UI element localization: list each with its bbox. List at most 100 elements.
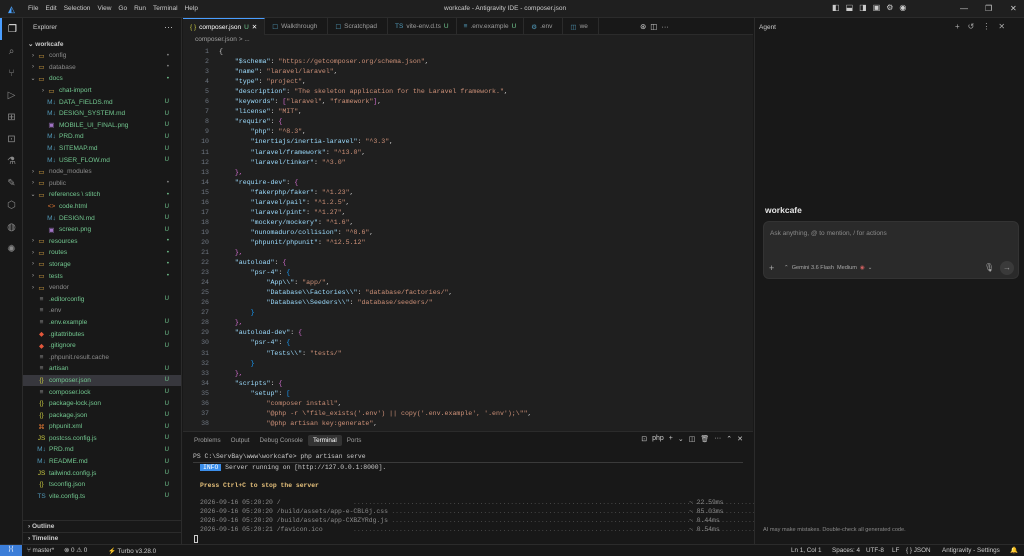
- cursor-position[interactable]: Ln 1, Col 1: [791, 547, 821, 554]
- tree-item[interactable]: › ▭ vendor: [23, 282, 181, 294]
- agent-input[interactable]: Ask anything, @ to mention, / for action…: [770, 230, 887, 237]
- editor-tab[interactable]: ☐ Walkthrough: [265, 18, 329, 35]
- run-debug-icon[interactable]: ▷: [0, 84, 23, 106]
- more-icon[interactable]: ⋮: [982, 22, 990, 31]
- split-terminal-icon[interactable]: ◫: [689, 435, 696, 443]
- tree-item[interactable]: {} package.json U: [23, 409, 181, 421]
- tree-item[interactable]: ≡ .editorconfig U: [23, 293, 181, 305]
- tree-item[interactable]: ≡ composer.lock U: [23, 386, 181, 398]
- tree-item[interactable]: ≡ .env: [23, 305, 181, 317]
- tree-item[interactable]: M↓ DESIGN.md U: [23, 212, 181, 224]
- tree-item[interactable]: M↓ DATA_FIELDS.md U: [23, 96, 181, 108]
- tree-item[interactable]: › ▭ chat-import: [23, 85, 181, 97]
- tree-item[interactable]: › ▭ routes •: [23, 247, 181, 259]
- menu-edit[interactable]: Edit: [45, 5, 56, 12]
- trash-icon[interactable]: 🗑: [700, 435, 709, 443]
- language-mode[interactable]: { } JSON: [906, 547, 931, 554]
- close-agent-icon[interactable]: ✕: [998, 22, 1005, 31]
- editor-tab[interactable]: ☐ Scratchpad: [328, 18, 389, 35]
- container-icon[interactable]: ⬡: [0, 194, 23, 216]
- send-button[interactable]: →: [1000, 261, 1014, 275]
- layout-panel-icon[interactable]: ⬓: [846, 3, 854, 12]
- tree-item[interactable]: {} tsconfig.json U: [23, 479, 181, 491]
- tree-item[interactable]: ▣ screen.png U: [23, 224, 181, 236]
- tree-item[interactable]: › ▭ resources •: [23, 236, 181, 248]
- maximize-icon[interactable]: ❐: [985, 4, 992, 13]
- tree-item[interactable]: ⌄ ▭ references \ stitch •: [23, 189, 181, 201]
- eol[interactable]: LF: [892, 547, 899, 554]
- panel-tab[interactable]: Problems: [189, 435, 226, 446]
- source-control-icon[interactable]: ⑂: [0, 62, 23, 84]
- menu-file[interactable]: File: [28, 5, 38, 12]
- tree-item[interactable]: ◆ .gitattributes U: [23, 328, 181, 340]
- new-chat-icon[interactable]: +: [955, 22, 960, 31]
- editor-tab[interactable]: TS vite-env.d.ts U: [388, 18, 457, 35]
- split-editor-icon[interactable]: ◫: [650, 22, 657, 31]
- editor-tab[interactable]: ≡ .env.example U: [457, 18, 525, 35]
- indentation[interactable]: Spaces: 4: [832, 547, 860, 554]
- tree-item[interactable]: {} package-lock.json U: [23, 398, 181, 410]
- more-actions-icon[interactable]: ···: [164, 22, 173, 32]
- menu-help[interactable]: Help: [185, 5, 198, 12]
- problems-indicator[interactable]: ⊗ 0 ⚠ 0: [64, 547, 87, 554]
- maximize-panel-icon[interactable]: ⌃: [726, 435, 732, 443]
- tree-item[interactable]: TS vite.config.ts U: [23, 491, 181, 503]
- remote-explorer-icon[interactable]: ⊡: [0, 128, 23, 150]
- tree-item[interactable]: › ▭ node_modules: [23, 166, 181, 178]
- extensions-icon[interactable]: ⊞: [0, 106, 23, 128]
- menu-terminal[interactable]: Terminal: [153, 5, 178, 12]
- branch-indicator[interactable]: ⑂ master*: [27, 547, 54, 554]
- workspace-root[interactable]: ⌄ workcafe: [23, 38, 181, 50]
- tree-item[interactable]: M↓ README.md U: [23, 456, 181, 468]
- database-icon[interactable]: ◍: [0, 216, 23, 238]
- settings-gear-icon[interactable]: ⚙: [886, 3, 893, 12]
- tree-item[interactable]: ▣ MOBILE_UI_FINAL.png U: [23, 120, 181, 132]
- tree-item[interactable]: M↓ DESIGN_SYSTEM.md U: [23, 108, 181, 120]
- tree-item[interactable]: <> code.html U: [23, 201, 181, 213]
- more-icon[interactable]: ···: [714, 435, 721, 443]
- compare-icon[interactable]: ⊛: [640, 22, 646, 31]
- tree-item[interactable]: › ▭ storage •: [23, 259, 181, 271]
- tree-item[interactable]: ⌄ ▭ docs •: [23, 73, 181, 85]
- layout-custom-icon[interactable]: ▣: [873, 3, 881, 12]
- panel-tab[interactable]: Ports: [342, 435, 367, 446]
- minimap[interactable]: [723, 46, 749, 431]
- close-icon[interactable]: ✕: [1010, 4, 1017, 13]
- panel-tab[interactable]: Debug Console: [255, 435, 308, 446]
- code-editor[interactable]: 1 {2 "$schema": "https://getcomposer.org/…: [183, 46, 753, 431]
- tree-item[interactable]: ≡ artisan U: [23, 363, 181, 375]
- tree-item[interactable]: ≡ .env.example U: [23, 317, 181, 329]
- tree-item[interactable]: JS tailwind.config.js U: [23, 467, 181, 479]
- tree-item[interactable]: JS postcss.config.js U: [23, 433, 181, 445]
- close-panel-icon[interactable]: ✕: [737, 435, 743, 443]
- tree-item[interactable]: › ▭ public •: [23, 178, 181, 190]
- panel-tab[interactable]: Output: [226, 435, 255, 446]
- more-icon[interactable]: ···: [661, 22, 669, 31]
- editor-tab[interactable]: ◫ we: [563, 18, 599, 35]
- layout-right-icon[interactable]: ◨: [859, 3, 867, 12]
- paint-icon[interactable]: ✎: [0, 172, 23, 194]
- tree-item[interactable]: {} composer.json U: [23, 374, 181, 387]
- tree-item[interactable]: M↓ USER_FLOW.md U: [23, 154, 181, 166]
- settings-indicator[interactable]: Antigravity - Settings: [942, 547, 1000, 554]
- editor-tab[interactable]: { } composer.json U ✕: [183, 18, 266, 35]
- tree-item[interactable]: M↓ SITEMAP.md U: [23, 143, 181, 155]
- microphone-icon[interactable]: 🎙: [984, 263, 994, 272]
- tree-item[interactable]: ◆ .gitignore U: [23, 340, 181, 352]
- minimize-icon[interactable]: —: [960, 4, 968, 13]
- layout-left-icon[interactable]: ◧: [832, 3, 840, 12]
- model-selector[interactable]: ⌃ Gemini 3.6 Flash Medium ◉ ⌄: [784, 265, 872, 271]
- new-terminal-icon[interactable]: +: [669, 435, 673, 443]
- agent-input-box[interactable]: Ask anything, @ to mention, / for action…: [763, 221, 1019, 279]
- tree-item[interactable]: M↓ PRD.md U: [23, 131, 181, 143]
- panel-tab[interactable]: Terminal: [307, 434, 342, 446]
- encoding[interactable]: UTF-8: [866, 547, 884, 554]
- shell-name[interactable]: php: [652, 435, 664, 443]
- menu-selection[interactable]: Selection: [64, 5, 91, 12]
- search-icon[interactable]: ⌕: [0, 40, 23, 62]
- notifications-icon[interactable]: 🔔: [1010, 546, 1018, 554]
- turbo-indicator[interactable]: ⚡ Turbo v3.28.0: [108, 547, 156, 555]
- testing-icon[interactable]: ⚗: [0, 150, 23, 172]
- explorer-icon[interactable]: ❐: [0, 18, 23, 40]
- tree-item[interactable]: ≡ .phpunit.result.cache: [23, 351, 181, 363]
